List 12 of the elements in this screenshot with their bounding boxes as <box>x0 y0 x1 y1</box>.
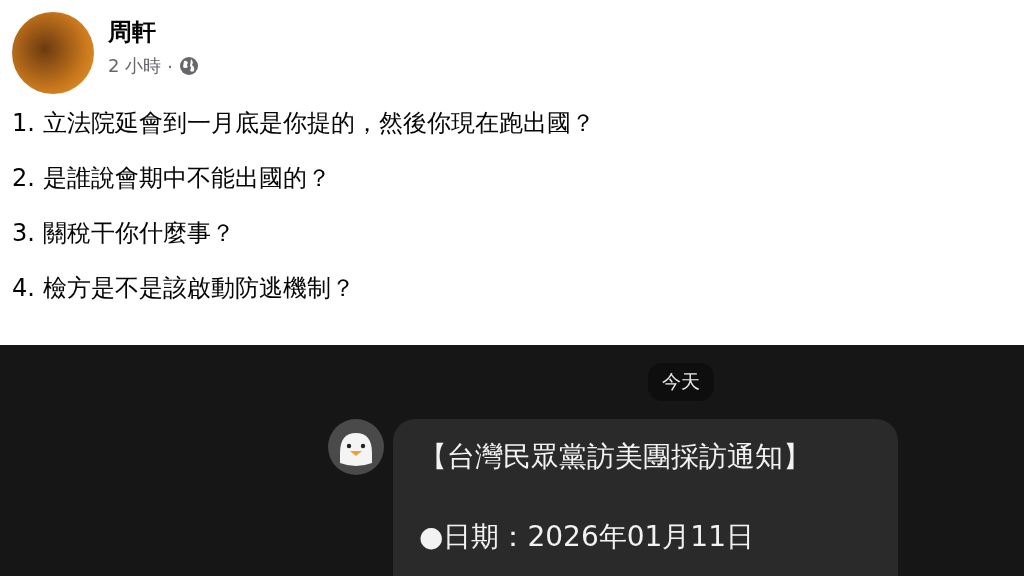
message-date-line: ●日期：2026年01月11日 <box>419 519 755 555</box>
post-time[interactable]: 2 小時 <box>108 54 162 78</box>
message-title: 【台灣民眾黨訪美團採訪通知】 <box>419 439 812 475</box>
penguin-icon <box>328 419 384 475</box>
globe-icon <box>178 56 199 76</box>
post-text-line: 1. 立法院延會到一月底是你提的，然後你現在跑出國？ <box>12 108 596 139</box>
separator: · <box>167 55 173 77</box>
post-text-line: 4. 檢方是不是該啟動防逃機制？ <box>12 273 356 304</box>
date-label: 今天 <box>648 363 714 401</box>
post-text-line: 3. 關稅干你什麼事？ <box>12 218 236 249</box>
author-name[interactable]: 周軒 <box>108 16 199 48</box>
post-text-line: 2. 是誰說會期中不能出國的？ <box>12 163 332 194</box>
